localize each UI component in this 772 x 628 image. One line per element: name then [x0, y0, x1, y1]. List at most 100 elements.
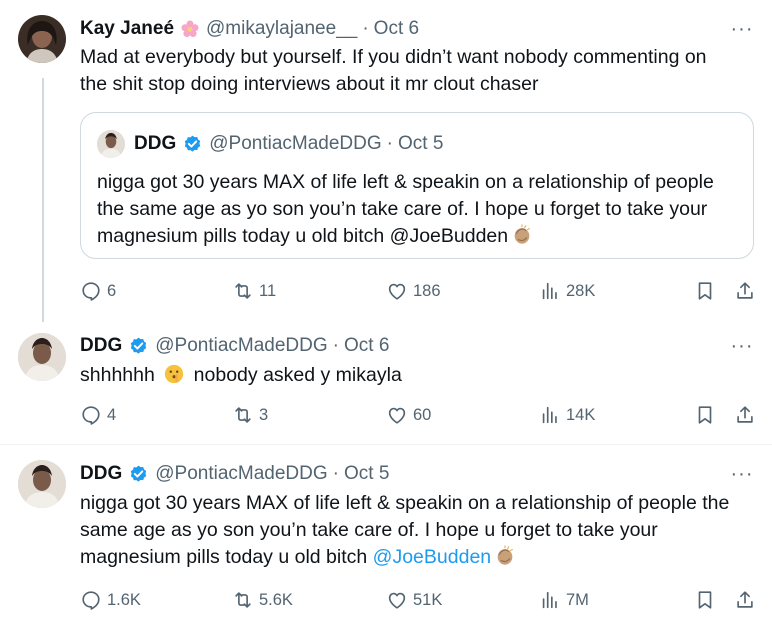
separator-dot: ·	[386, 133, 393, 154]
quoted-tweet-header: DDG @PontiacMadeDDG · Oct 5	[134, 131, 443, 157]
quoted-text-line: magnesium pills today u old bitch @JoeBu…	[97, 223, 747, 250]
bookmark-button[interactable]	[694, 585, 721, 615]
tweet-kay-janee[interactable]: Kay Janeé @mikaylajanee__ · Oct 6 ··· Ma…	[0, 0, 772, 322]
user-handle[interactable]: @mikaylajanee__	[206, 18, 357, 40]
tweet-text-line: magnesium pills today u old bitch @JoeBu…	[80, 544, 750, 571]
verified-badge-icon	[128, 336, 149, 357]
more-icon[interactable]: ···	[730, 464, 754, 491]
verified-badge-icon	[128, 464, 149, 485]
repost-icon	[232, 589, 254, 611]
timestamp[interactable]: Oct 6	[344, 335, 389, 357]
views-count: 14K	[566, 405, 596, 424]
tweet-text-line: Mad at everybody but yourself. If you di…	[80, 46, 707, 68]
reply-icon	[80, 404, 102, 426]
tweet-ddg-reply[interactable]: DDG @PontiacMadeDDG · Oct 6 ··· shhhhhh …	[0, 322, 772, 444]
views-icon	[539, 404, 561, 426]
user-handle: @PontiacMadeDDG	[209, 133, 382, 154]
action-bar: 1.6K 5.6K 51K 7M	[80, 585, 760, 615]
quoted-text-line: nigga got 30 years MAX of life left & sp…	[97, 171, 714, 193]
like-button[interactable]: 60	[386, 400, 431, 430]
bookmark-button[interactable]	[694, 276, 721, 306]
reply-icon	[80, 280, 102, 302]
views-button[interactable]: 7M	[539, 585, 589, 615]
share-icon	[734, 280, 756, 302]
verified-badge-icon	[182, 134, 203, 155]
tweet-header: DDG @PontiacMadeDDG · Oct 5	[80, 462, 389, 486]
like-button[interactable]: 51K	[386, 585, 442, 615]
avatar[interactable]	[18, 15, 66, 63]
share-icon	[734, 589, 756, 611]
repost-button[interactable]: 11	[232, 276, 276, 306]
flower-emoji-icon	[180, 19, 200, 39]
tweet-text: nigga got 30 years MAX of life left & sp…	[80, 490, 750, 571]
reply-button[interactable]: 6	[80, 276, 116, 306]
display-name[interactable]: DDG	[80, 463, 122, 485]
views-button[interactable]: 28K	[539, 276, 595, 306]
tweet-text-line: nigga got 30 years MAX of life left & sp…	[80, 492, 730, 514]
repost-count: 3	[259, 405, 269, 424]
more-icon[interactable]: ···	[730, 19, 754, 46]
reply-count: 4	[107, 405, 117, 424]
like-count: 60	[413, 405, 432, 424]
share-icon	[734, 404, 756, 426]
share-button[interactable]	[734, 400, 761, 430]
views-count: 28K	[566, 281, 596, 300]
tweet-text-line-content: magnesium pills today u old bitch	[80, 546, 368, 568]
tweet-header: DDG @PontiacMadeDDG · Oct 6	[80, 334, 389, 358]
mention-link[interactable]: @JoeBudden	[373, 546, 491, 568]
timestamp[interactable]: Oct 5	[344, 463, 389, 485]
views-count: 7M	[566, 590, 589, 609]
tweet-text-part: shhhhhh	[80, 364, 155, 386]
reply-count: 1.6K	[107, 590, 141, 609]
display-name[interactable]: DDG	[80, 335, 122, 357]
share-button[interactable]	[734, 585, 761, 615]
tweet-text-line: the shit stop doing interviews about it …	[80, 73, 539, 95]
like-count: 51K	[413, 590, 443, 609]
avatar[interactable]	[18, 460, 66, 508]
separator-dot: ·	[362, 18, 369, 39]
like-icon	[386, 404, 408, 426]
reply-button[interactable]: 1.6K	[80, 585, 141, 615]
clap-emoji-icon	[511, 224, 533, 246]
quoted-tweet-text: nigga got 30 years MAX of life left & sp…	[97, 169, 747, 250]
clap-emoji-icon	[494, 545, 516, 567]
action-bar: 4 3 60 14K	[80, 400, 760, 430]
thread-line	[42, 78, 44, 322]
quoted-tweet[interactable]: DDG @PontiacMadeDDG · Oct 5 nigga got 30…	[80, 112, 754, 259]
share-button[interactable]	[734, 276, 761, 306]
timestamp: Oct 5	[397, 133, 444, 154]
tweet-header: Kay Janeé @mikaylajanee__ · Oct 6	[80, 17, 419, 41]
repost-button[interactable]: 5.6K	[232, 585, 293, 615]
repost-button[interactable]: 3	[232, 400, 268, 430]
separator-dot: ·	[332, 463, 339, 484]
views-icon	[539, 280, 561, 302]
timestamp[interactable]: Oct 6	[374, 18, 419, 40]
bookmark-button[interactable]	[694, 400, 721, 430]
display-name[interactable]: Kay Janeé	[80, 18, 174, 40]
user-handle[interactable]: @PontiacMadeDDG	[155, 463, 327, 485]
bookmark-icon	[694, 280, 716, 302]
reply-count: 6	[107, 281, 117, 300]
quoted-text-line: the same age as yo son you’n take care o…	[97, 198, 708, 220]
like-count: 186	[413, 281, 441, 300]
separator-dot: ·	[332, 335, 339, 356]
tweet-text-part: nobody asked y mikayla	[193, 364, 402, 386]
bookmark-icon	[694, 404, 716, 426]
shushing-face-emoji-icon	[163, 363, 185, 385]
like-icon	[386, 280, 408, 302]
repost-count: 11	[259, 281, 277, 300]
quoted-text-line-content: magnesium pills today u old bitch @JoeBu…	[97, 225, 509, 247]
user-handle[interactable]: @PontiacMadeDDG	[155, 335, 327, 357]
views-button[interactable]: 14K	[539, 400, 595, 430]
tweet-text-line: same age as yo son you’n take care of. I…	[80, 519, 658, 541]
avatar[interactable]	[18, 333, 66, 381]
tweet-text: shhhhhh nobody asked y mikayla	[80, 362, 750, 389]
more-icon[interactable]: ···	[730, 336, 754, 363]
avatar	[97, 130, 125, 158]
bookmark-icon	[694, 589, 716, 611]
like-button[interactable]: 186	[386, 276, 441, 306]
like-icon	[386, 589, 408, 611]
tweet-ddg-original[interactable]: DDG @PontiacMadeDDG · Oct 5 ··· nigga go…	[0, 445, 772, 628]
reply-button[interactable]: 4	[80, 400, 116, 430]
tweet-text: Mad at everybody but yourself. If you di…	[80, 44, 750, 98]
